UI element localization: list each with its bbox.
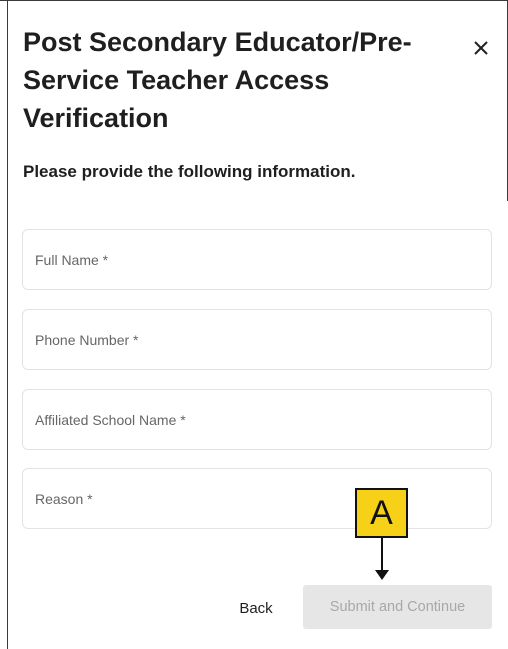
submit-and-continue-button[interactable]: Submit and Continue [303,585,492,629]
annotation-arrow-down-icon [375,538,389,580]
dialog: Post Secondary Educator/Pre-Service Teac… [0,0,508,649]
close-icon [474,41,488,55]
phone-number-input[interactable] [23,310,491,369]
full-name-input[interactable] [23,230,491,289]
dialog-title: Post Secondary Educator/Pre-Service Teac… [23,27,412,133]
instructions-text: Please provide the following information… [23,162,356,181]
affiliated-school-name-input[interactable] [23,390,491,449]
reason-input[interactable] [23,469,491,528]
full-name-field[interactable] [22,229,492,290]
affiliated-school-name-field[interactable] [22,389,492,450]
phone-number-field[interactable] [22,309,492,370]
close-button[interactable] [466,33,496,63]
dialog-border-left [7,1,8,649]
reason-field[interactable] [22,468,492,529]
annotation-label: A [355,488,408,538]
back-button[interactable]: Back [226,592,286,624]
